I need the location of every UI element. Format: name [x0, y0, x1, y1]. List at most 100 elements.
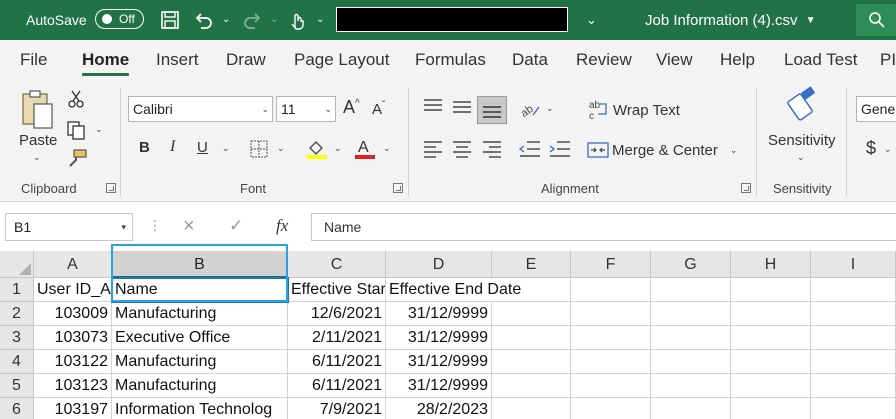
currency-dropdown-icon[interactable]: ⌄	[884, 144, 892, 155]
fill-color-icon[interactable]	[306, 138, 328, 160]
cell-c2[interactable]: 12/6/2021	[288, 302, 386, 326]
enter-entry-icon[interactable]: ✓	[229, 216, 243, 236]
format-painter-icon[interactable]	[66, 148, 88, 168]
alignment-launcher-icon[interactable]	[741, 183, 751, 193]
cell-d2[interactable]: 31/12/9999	[386, 302, 492, 326]
cell-d4[interactable]: 31/12/9999	[386, 350, 492, 374]
undo-dropdown-icon[interactable]: ⌄	[222, 14, 230, 25]
customize-toolbar-icon[interactable]: ⌄	[316, 14, 324, 25]
font-name-select[interactable]: Calibri ⌄	[128, 96, 273, 122]
font-color-dropdown-icon[interactable]: ⌄	[383, 143, 391, 154]
fill-color-dropdown-icon[interactable]: ⌄	[334, 143, 342, 154]
orientation-icon[interactable]: ab	[519, 97, 541, 119]
name-box[interactable]: B1 ▾	[5, 213, 133, 241]
paste-dropdown-icon[interactable]: ⌄	[33, 152, 41, 163]
formula-input[interactable]: Name	[311, 213, 896, 241]
sensitivity-dropdown-icon[interactable]: ⌄	[797, 152, 805, 163]
cell-i1[interactable]	[811, 278, 896, 302]
align-top-icon[interactable]	[423, 98, 443, 114]
grow-font-button[interactable]: A^	[343, 97, 360, 118]
cut-icon[interactable]	[67, 89, 85, 109]
align-left-icon[interactable]	[423, 140, 443, 158]
document-filename[interactable]: Job Information (4).csv ▼	[645, 0, 815, 40]
cell-f6[interactable]	[571, 398, 651, 419]
column-header-h[interactable]: H	[731, 251, 811, 278]
column-header-i[interactable]: I	[811, 251, 896, 278]
cell-h2[interactable]	[731, 302, 811, 326]
cell-g1[interactable]	[651, 278, 731, 302]
formula-bar-grip-icon[interactable]: ⋮	[148, 217, 162, 234]
row-header[interactable]: 6	[0, 398, 34, 419]
cell-c6[interactable]: 7/9/2021	[288, 398, 386, 419]
tab-home[interactable]: Home	[82, 40, 130, 80]
tab-review[interactable]: Review	[576, 40, 632, 80]
cell-c3[interactable]: 2/11/2021	[288, 326, 386, 350]
cell-i3[interactable]	[811, 326, 896, 350]
paste-label[interactable]: Paste	[19, 132, 57, 149]
font-launcher-icon[interactable]	[393, 183, 403, 193]
cell-h6[interactable]	[731, 398, 811, 419]
cell-b6[interactable]: Information Technolog	[112, 398, 288, 419]
cell-c4[interactable]: 6/11/2021	[288, 350, 386, 374]
row-header[interactable]: 4	[0, 350, 34, 374]
decrease-indent-icon[interactable]	[519, 140, 541, 158]
cell-h5[interactable]	[731, 374, 811, 398]
tab-file[interactable]: File	[20, 40, 47, 80]
align-center-icon[interactable]	[452, 140, 472, 158]
increase-indent-icon[interactable]	[549, 140, 571, 158]
align-middle-icon[interactable]	[452, 100, 472, 116]
cell-i6[interactable]	[811, 398, 896, 419]
tab-view[interactable]: View	[656, 40, 693, 80]
undo-icon[interactable]	[193, 10, 213, 30]
column-header-c[interactable]: C	[288, 251, 386, 278]
italic-button[interactable]: I	[170, 138, 175, 156]
currency-button[interactable]: $	[866, 138, 876, 159]
copy-dropdown-icon[interactable]: ⌄	[95, 124, 103, 135]
bold-button[interactable]: B	[139, 139, 150, 156]
row-header[interactable]: 3	[0, 326, 34, 350]
cell-g6[interactable]	[651, 398, 731, 419]
sensitivity-button[interactable]: Sensitivity	[768, 132, 836, 149]
cell-e5[interactable]	[492, 374, 571, 398]
align-bottom-button[interactable]	[477, 96, 507, 124]
cell-a1[interactable]: User ID_A	[34, 278, 112, 302]
column-header-a[interactable]: A	[34, 251, 112, 278]
cell-b2[interactable]: Manufacturing	[112, 302, 288, 326]
column-header-e[interactable]: E	[492, 251, 571, 278]
redo-icon[interactable]	[243, 10, 263, 30]
cell-a6[interactable]: 103197	[34, 398, 112, 419]
cell-b5[interactable]: Manufacturing	[112, 374, 288, 398]
redacted-search-box[interactable]	[336, 7, 568, 32]
borders-dropdown-icon[interactable]: ⌄	[277, 143, 285, 154]
cell-f5[interactable]	[571, 374, 651, 398]
underline-dropdown-icon[interactable]: ⌄	[222, 143, 230, 154]
cell-g5[interactable]	[651, 374, 731, 398]
select-all-button[interactable]	[0, 251, 34, 278]
cancel-entry-icon[interactable]: ×	[183, 215, 195, 238]
tab-draw[interactable]: Draw	[226, 40, 266, 80]
font-color-icon[interactable]: A	[354, 137, 376, 161]
save-icon[interactable]	[160, 10, 180, 30]
cell-e6[interactable]	[492, 398, 571, 419]
cell-f2[interactable]	[571, 302, 651, 326]
cell-d6[interactable]: 28/2/2023	[386, 398, 492, 419]
clipboard-launcher-icon[interactable]	[106, 183, 116, 193]
cell-d1[interactable]: Effective End Date	[386, 278, 521, 302]
borders-icon[interactable]	[250, 140, 268, 158]
row-header[interactable]: 2	[0, 302, 34, 326]
copy-icon[interactable]	[66, 120, 86, 140]
column-header-d[interactable]: D	[386, 251, 492, 278]
cell-g3[interactable]	[651, 326, 731, 350]
cell-e1[interactable]	[492, 278, 571, 302]
row-header[interactable]: 5	[0, 374, 34, 398]
cell-c5[interactable]: 6/11/2021	[288, 374, 386, 398]
cell-g4[interactable]	[651, 350, 731, 374]
tab-page-layout[interactable]: Page Layout	[294, 40, 389, 80]
shrink-font-button[interactable]: Aˇ	[372, 100, 385, 118]
cell-f3[interactable]	[571, 326, 651, 350]
tab-insert[interactable]: Insert	[156, 40, 199, 80]
cell-b3[interactable]: Executive Office	[112, 326, 288, 350]
number-format-select[interactable]: Gene	[856, 96, 896, 122]
cell-f1[interactable]	[571, 278, 651, 302]
tab-pi[interactable]: PI	[880, 40, 896, 80]
